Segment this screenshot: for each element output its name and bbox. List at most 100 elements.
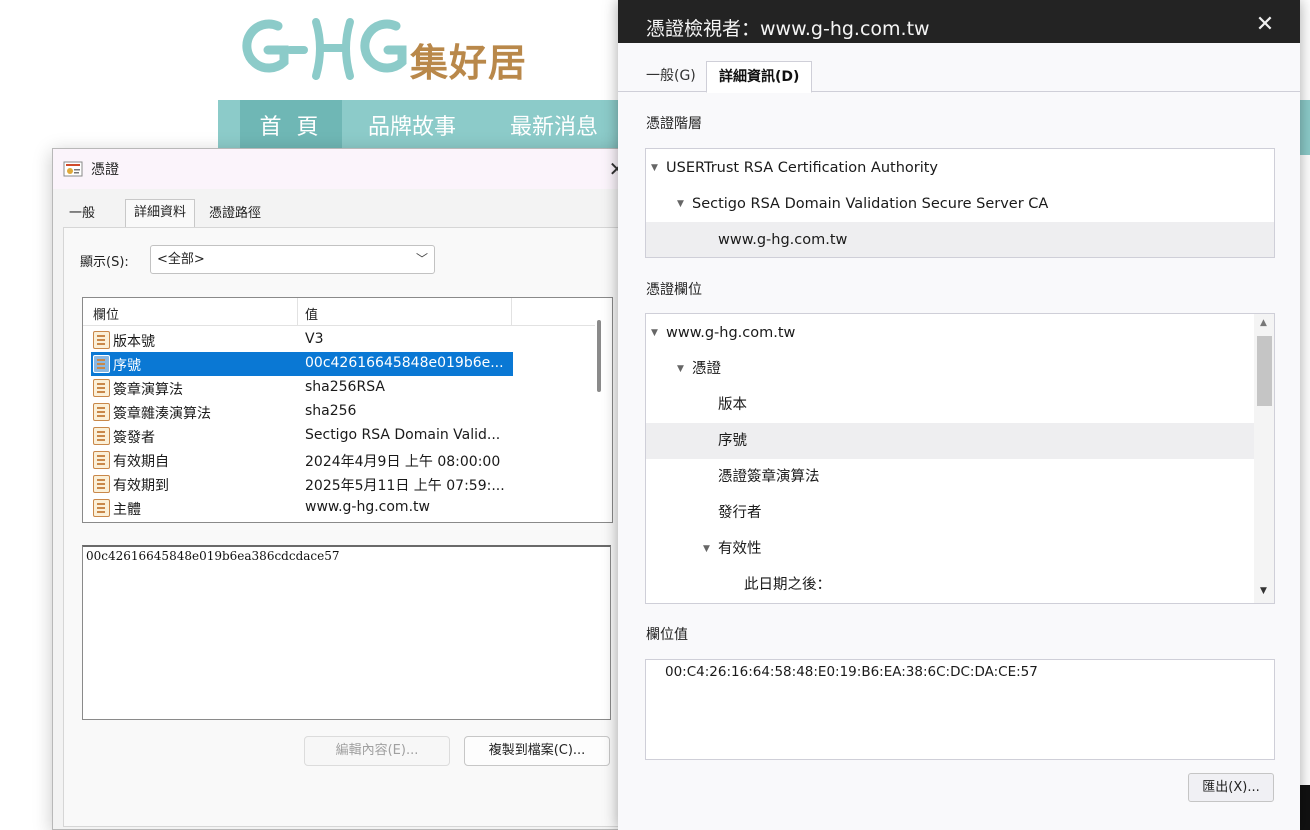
column-header-value[interactable]: 值 [305, 304, 318, 323]
row-value: 2025年5月11日 上午 07:59:... [305, 478, 505, 494]
field-item[interactable]: 版本 [646, 387, 1254, 423]
field-item[interactable]: ▼ 憑證 [646, 351, 1254, 387]
column-header-field[interactable]: 欄位 [93, 304, 119, 323]
logo-text: 集好居 [410, 40, 528, 85]
show-label: 顯示(S): [80, 255, 129, 270]
field-value-label: 欄位值 [646, 627, 688, 643]
field-item[interactable]: ▼ www.g-hg.com.tw [646, 315, 1254, 351]
column-divider[interactable] [297, 298, 298, 326]
triangle-down-icon[interactable]: ▼ [703, 531, 710, 567]
hierarchy-label: 憑證階層 [646, 116, 702, 132]
certificate-field-icon [93, 427, 110, 445]
tree-item-label: 憑證簽章演算法 [718, 469, 820, 485]
triangle-down-icon[interactable]: ▼ [651, 150, 658, 186]
tab-certification-path[interactable]: 憑證路徑 [203, 202, 267, 227]
field-item[interactable]: 序號 [646, 423, 1254, 459]
field-item[interactable]: 發行者 [646, 495, 1254, 531]
triangle-down-icon[interactable]: ▼ [677, 186, 684, 222]
firefox-certificate-viewer: 憑證檢視者：www.g-hg.com.tw ✕ 一般(G) 詳細資訊(D) 憑證… [618, 0, 1300, 830]
certificate-field-icon [93, 379, 110, 397]
row-value: 00c42616645848e019b6e... [305, 355, 504, 371]
row-field: 主體 [113, 502, 141, 518]
field-item[interactable]: ▼ 有效性 [646, 531, 1254, 567]
triangle-down-icon[interactable]: ▼ [677, 351, 684, 387]
edit-properties-button[interactable]: 編輯內容(E)... [304, 736, 450, 766]
certificate-field-icon [93, 355, 110, 373]
tab-details[interactable]: 詳細資料 [125, 199, 196, 227]
field-value-textbox[interactable]: 00c42616645848e019b6ea386cdcdace57 [82, 545, 611, 720]
column-divider[interactable] [511, 298, 512, 326]
tab-general[interactable]: 一般 [63, 202, 101, 227]
tree-item-label: 有效性 [718, 541, 762, 557]
row-value: sha256 [305, 403, 357, 419]
export-button[interactable]: 匯出(X)... [1188, 773, 1274, 802]
nav-home[interactable]: 首 頁 [240, 100, 342, 155]
copy-to-file-button[interactable]: 複製到檔案(C)... [464, 736, 610, 766]
row-value: sha256RSA [305, 379, 385, 395]
certificate-field-icon [93, 451, 110, 469]
table-row[interactable]: 簽章雜湊演算法 sha256 [91, 400, 513, 424]
row-field: 版本號 [113, 334, 155, 350]
tab-details[interactable]: 詳細資訊(D) [706, 61, 813, 93]
row-field: 有效期到 [113, 478, 169, 494]
table-row[interactable]: 有效期自 2024年4月9日 上午 08:00:00 [91, 448, 513, 472]
hierarchy-tree[interactable]: ▼ USERTrust RSA Certification Authority ▼ S… [645, 148, 1275, 258]
fields-scrollbar[interactable]: ▲ ▼ [1254, 314, 1274, 603]
hierarchy-item[interactable]: ▼ USERTrust RSA Certification Authority [646, 150, 1274, 186]
tree-item-label: www.g-hg.com.tw [718, 232, 848, 248]
field-item[interactable]: 此日期之後： [646, 567, 1254, 603]
show-select-value: <全部> [157, 252, 205, 267]
navbar-edge [1302, 100, 1310, 155]
list-scrollbar[interactable] [597, 320, 601, 392]
hierarchy-item[interactable]: ▼ Sectigo RSA Domain Validation Secure Se… [646, 186, 1274, 222]
table-row[interactable]: 主體 www.g-hg.com.tw [91, 496, 513, 520]
close-icon[interactable]: ✕ [1252, 12, 1278, 38]
dialog-titlebar[interactable]: 憑證 ✕ [53, 149, 637, 189]
tree-item-label: www.g-hg.com.tw [666, 325, 796, 341]
viewer-tabs: 一般(G) 詳細資訊(D) [618, 43, 1300, 93]
certificate-field-icon [93, 499, 110, 517]
row-value: www.g-hg.com.tw [305, 499, 430, 515]
details-panel: 顯示(S): <全部> ﹀ 欄位 值 版本號 V3 序號 00c42616645848… [63, 227, 627, 827]
scroll-up-icon[interactable]: ▲ [1260, 318, 1267, 328]
nav-brand-story[interactable]: 品牌故事 [368, 100, 456, 155]
certificate-field-icon [93, 331, 110, 349]
row-field: 簽章演算法 [113, 382, 183, 398]
certificate-field-icon [93, 475, 110, 493]
tree-item-label: 憑證 [692, 361, 721, 377]
field-item[interactable]: 憑證簽章演算法 [646, 459, 1254, 495]
dialog-title: 憑證 [91, 162, 119, 178]
nav-latest-news[interactable]: 最新消息 [510, 100, 598, 155]
viewer-titlebar[interactable]: 憑證檢視者：www.g-hg.com.tw ✕ [618, 0, 1300, 43]
viewer-title: 憑證檢視者：www.g-hg.com.tw [646, 18, 930, 40]
table-row[interactable]: 簽章演算法 sha256RSA [91, 376, 513, 400]
triangle-down-icon[interactable]: ▼ [651, 315, 658, 351]
row-value: Sectigo RSA Domain Valid... [305, 427, 501, 443]
tree-item-label: 序號 [718, 433, 747, 449]
fields-tree[interactable]: ▼ www.g-hg.com.tw ▼ 憑證版本序號憑證簽章演算法 發行者 ▼ 有效性此日期… [645, 313, 1275, 604]
scroll-down-icon[interactable]: ▼ [1260, 586, 1267, 596]
fields-label: 憑證欄位 [646, 282, 702, 298]
field-value-textbox[interactable]: 00:C4:26:16:64:58:48:E0:19:B6:EA:38:6C:D… [645, 659, 1275, 760]
tab-general[interactable]: 一般(G) [634, 61, 708, 92]
tree-item-label: 發行者 [718, 505, 762, 521]
row-value: V3 [305, 331, 324, 347]
certificate-field-icon [93, 403, 110, 421]
show-select[interactable]: <全部> ﹀ [150, 245, 435, 274]
row-value: 2024年4月9日 上午 08:00:00 [305, 454, 501, 470]
tree-item-label: 版本 [718, 397, 747, 413]
tree-item-label: 此日期之後： [744, 577, 831, 593]
table-row[interactable]: 序號 00c42616645848e019b6e... [91, 352, 513, 376]
table-row[interactable]: 簽發者 Sectigo RSA Domain Valid... [91, 424, 513, 448]
windows-certificate-dialog: 憑證 ✕ 一般 詳細資料 憑證路徑 顯示(S): <全部> ﹀ 欄位 值 版本號… [52, 148, 638, 830]
tree-item-label: USERTrust RSA Certification Authority [666, 160, 939, 176]
certificate-icon [63, 161, 83, 177]
hierarchy-item[interactable]: www.g-hg.com.tw [646, 222, 1274, 257]
scroll-thumb[interactable] [1257, 336, 1272, 406]
field-list[interactable]: 欄位 值 版本號 V3 序號 00c42616645848e019b6e... 簽章演算… [82, 297, 613, 523]
row-field: 簽發者 [113, 430, 155, 446]
table-row[interactable]: 版本號 V3 [91, 328, 513, 352]
tree-item-label: Sectigo RSA Domain Validation Secure Ser… [692, 196, 1049, 212]
row-field: 簽章雜湊演算法 [113, 406, 211, 422]
table-row[interactable]: 有效期到 2025年5月11日 上午 07:59:... [91, 472, 513, 496]
